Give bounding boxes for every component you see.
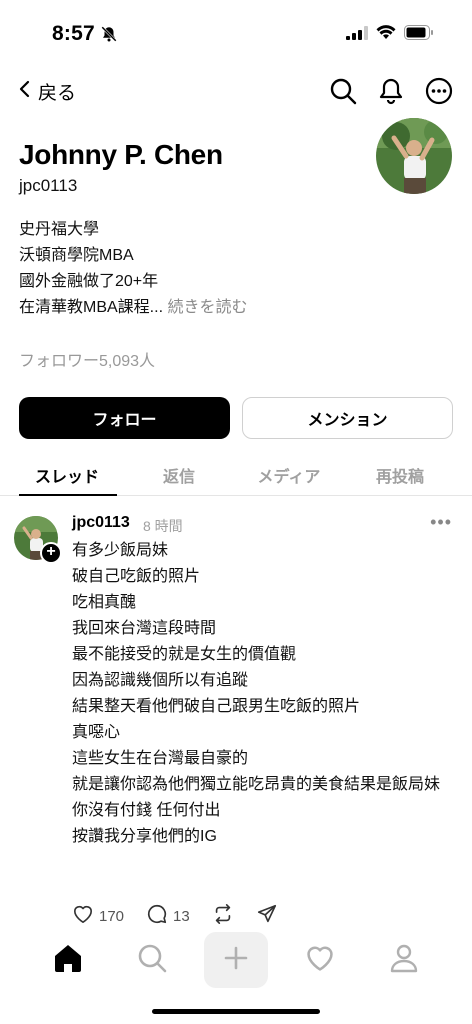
tab-media[interactable]: メディア — [230, 463, 348, 487]
post-timestamp: 8 時間 — [143, 518, 183, 534]
back-button[interactable]: 戻る — [18, 78, 76, 105]
send-icon — [256, 903, 278, 929]
back-label: 戻る — [38, 83, 77, 104]
post-line: 你沒有付錢 任何付出 — [72, 802, 221, 819]
bottom-tab-bar — [0, 928, 472, 1024]
status-bar: 8:57 — [0, 0, 472, 62]
post-line: 真噁心 — [72, 724, 121, 741]
post-line: 吃相真醜 — [72, 594, 137, 611]
post-line: 就是讓你認為他們獨立能吃昂貴的美食結果是飯局妹 — [72, 776, 441, 793]
plus-icon — [224, 946, 248, 975]
post-username[interactable]: jpc0113 — [72, 514, 130, 532]
post-line: 最不能接受的就是女生的價值觀 — [72, 646, 297, 663]
like-button[interactable]: 170 — [72, 904, 124, 928]
heart-icon — [304, 944, 336, 977]
read-more-link[interactable]: 続きを読む — [167, 299, 247, 316]
person-icon — [389, 943, 419, 978]
home-indicator — [152, 1009, 320, 1014]
tab-reposts[interactable]: 再投稿 — [341, 463, 459, 487]
profile-tabs: スレッド 返信 メディア 再投稿 — [0, 454, 472, 496]
tab-profile[interactable] — [372, 932, 436, 988]
tab-replies[interactable]: 返信 — [120, 463, 238, 487]
share-button[interactable] — [256, 903, 278, 929]
post-line: 因為認識幾個所以有追蹤 — [72, 672, 249, 689]
tab-home[interactable] — [36, 932, 100, 988]
repost-icon — [212, 903, 234, 929]
post-line: 有多少飯局妹 — [72, 542, 169, 559]
tab-activity[interactable] — [288, 932, 352, 988]
tab-search[interactable] — [120, 932, 184, 988]
nav-bar: 戻る — [0, 70, 472, 114]
profile-avatar[interactable] — [376, 118, 452, 194]
profile-bio: 史丹福大學 沃頓商學院MBA 國外金融做了20+年 在清華教MBA課程... 続… — [19, 217, 247, 321]
post-body: 有多少飯局妹 破自己吃飯的照片 吃相真醜 我回來台灣這段時間 最不能接受的就是女… — [72, 538, 452, 850]
status-time: 8:57 — [52, 22, 95, 45]
active-tab-indicator — [19, 494, 117, 496]
search-icon — [137, 943, 167, 978]
more-options-icon[interactable] — [424, 76, 454, 106]
post-line: 我回來台灣這段時間 — [72, 620, 217, 637]
like-count: 170 — [99, 907, 125, 925]
tab-threads[interactable]: スレッド — [8, 463, 126, 487]
home-icon — [52, 943, 84, 978]
post-line: 結果整天看他們破自己跟男生吃飯的照片 — [72, 698, 361, 715]
post-line: 這些女生在台灣最自豪的 — [72, 750, 249, 767]
bio-line: 在清華教MBA課程... — [19, 299, 164, 316]
search-icon[interactable] — [328, 76, 358, 106]
bell-slash-icon — [100, 25, 118, 48]
bio-line: 史丹福大學 — [19, 221, 100, 238]
bell-icon[interactable] — [376, 76, 406, 106]
profile-handle[interactable]: jpc0113 — [19, 176, 77, 196]
wifi-icon — [376, 25, 396, 45]
profile-name: Johnny P. Chen — [19, 139, 223, 170]
battery-icon — [404, 25, 434, 45]
bio-line: 沃頓商學院MBA — [19, 247, 134, 264]
chevron-left-icon — [18, 80, 30, 104]
followers-count[interactable]: フォロワー5,093人 — [19, 347, 155, 371]
bio-line-last: 在清華教MBA課程... 続きを読む — [19, 295, 247, 321]
repost-button[interactable] — [212, 903, 234, 929]
follow-plus-badge[interactable]: + — [40, 542, 62, 564]
tab-new-post[interactable] — [204, 932, 268, 988]
post-more-icon[interactable]: ••• — [430, 512, 452, 533]
heart-icon — [72, 904, 94, 928]
bio-line: 國外金融做了20+年 — [19, 273, 159, 290]
signal-icon — [346, 25, 368, 45]
follow-button[interactable]: フォロー — [19, 397, 230, 439]
post-line: 破自己吃飯的照片 — [72, 568, 201, 585]
mention-button[interactable]: メンション — [242, 397, 453, 439]
comment-icon — [146, 903, 168, 929]
post-line: 按讚我分享他們的IG — [72, 828, 217, 845]
comment-button[interactable]: 13 — [146, 903, 190, 929]
comment-count: 13 — [173, 907, 190, 925]
